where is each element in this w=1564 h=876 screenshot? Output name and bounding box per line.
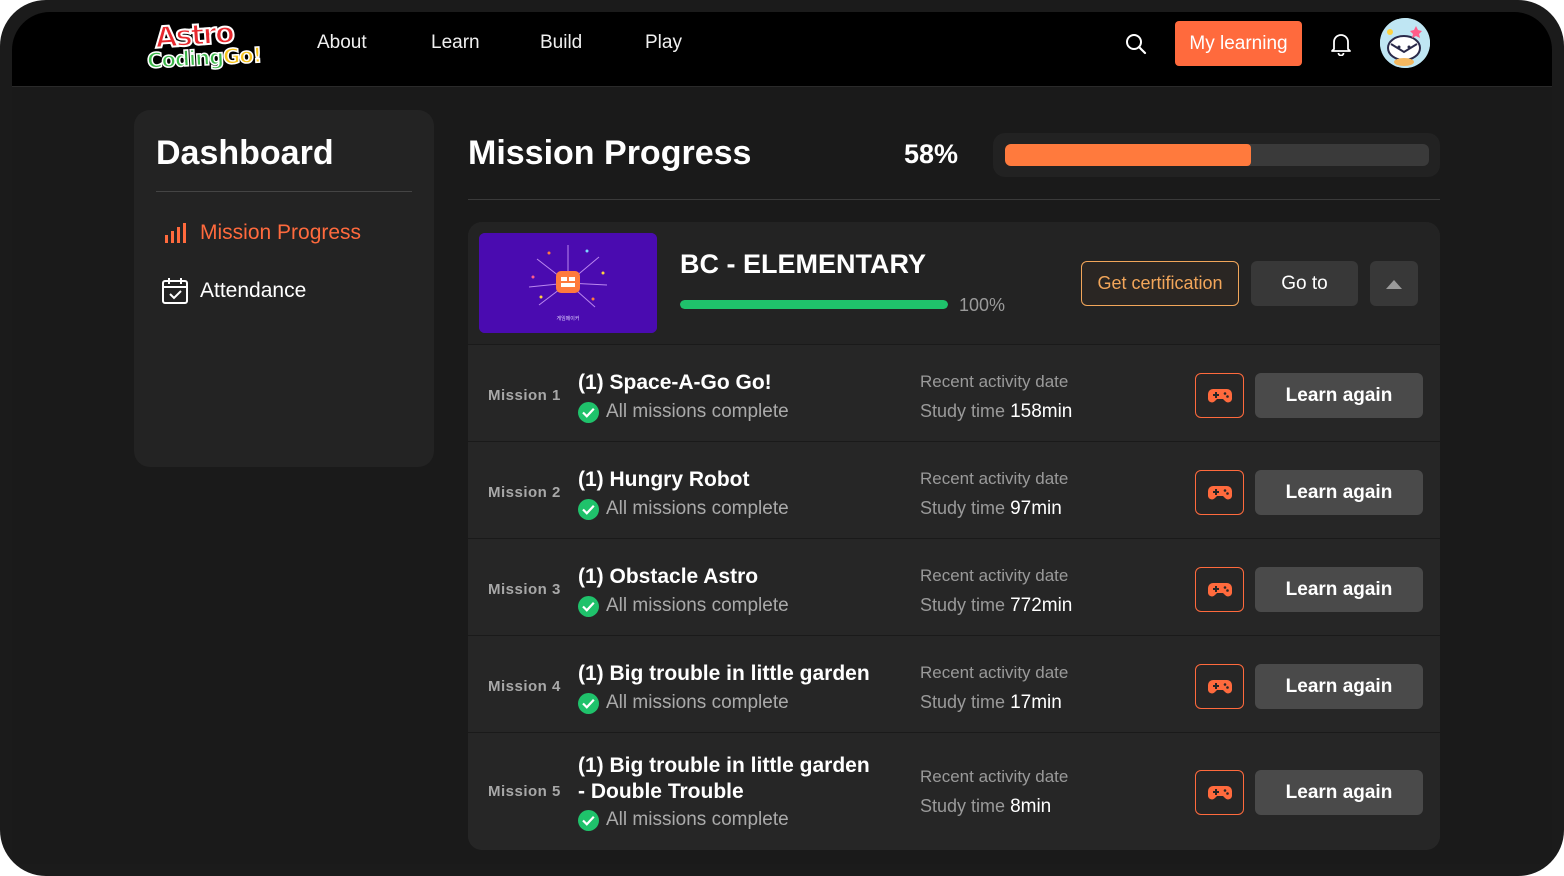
app-screen: Astro CodingGo! About Learn Build Play M… [12,12,1552,864]
gamepad-icon [1207,388,1232,402]
gamepad-icon [1207,582,1232,596]
thumb-caption: 게임메이커 [556,316,580,322]
mission-name: (1) Obstacle Astro [578,565,759,588]
recent-activity-label: Recent activity date [920,663,1069,682]
mission-label: Mission 1 [488,387,561,404]
mission-status: All missions complete [578,692,789,714]
mission-name: (1) Space-A-Go Go! [578,371,772,394]
course-progress-fill [680,300,948,309]
mission-status: All missions complete [578,401,789,423]
nav-about[interactable]: About [317,32,367,54]
sidebar-title: Dashboard [156,134,334,172]
course-thumbnail[interactable]: 게임메이커 [479,233,657,333]
header-divider [468,199,1440,200]
my-learning-button[interactable]: My learning [1175,21,1302,66]
play-game-button[interactable] [1195,470,1244,515]
check-circle-icon [578,692,599,714]
nav-play[interactable]: Play [645,32,682,54]
mission-row-1: Mission 1 (1) Space-A-Go Go! All mission… [468,344,1440,441]
recent-activity-label: Recent activity date [920,469,1069,488]
check-circle-icon [578,595,599,617]
mission-row-3: Mission 3 (1) Obstacle Astro All mission… [468,538,1440,635]
go-to-button[interactable]: Go to [1251,261,1358,306]
brand-logo[interactable]: Astro CodingGo! [145,14,265,76]
collapse-button[interactable] [1370,261,1418,306]
mission-row-4: Mission 4 (1) Big trouble in little gard… [468,635,1440,732]
course-card: 게임메이커 BC - ELEMENTARY 100% Get certifica… [468,222,1440,850]
recent-activity-label: Recent activity date [920,372,1069,391]
course-title: BC - ELEMENTARY [680,249,926,279]
play-game-button[interactable] [1195,567,1244,612]
overall-progress-bar [993,133,1440,177]
mission-row-2: Mission 2 (1) Hungry Robot All missions … [468,441,1440,538]
gamepad-icon [1207,785,1232,799]
page-title: Mission Progress [468,134,752,172]
mission-name: (1) Hungry Robot [578,468,750,491]
mission-row-5: Mission 5 (1) Big trouble in little gard… [468,732,1440,850]
sidebar-item-mission-progress[interactable]: Mission Progress [160,218,361,248]
mission-name: (1) Big trouble in little garden [578,662,870,685]
sidebar-item-label: Attendance [200,279,307,302]
device-frame: Astro CodingGo! About Learn Build Play M… [0,0,1564,876]
mission-status: All missions complete [578,498,789,520]
mission-name: (1) Big trouble in little garden [578,754,870,777]
learn-again-button[interactable]: Learn again [1255,373,1423,418]
mission-name-continued: - Double Trouble [578,780,744,803]
learn-again-button[interactable]: Learn again [1255,664,1423,709]
top-navbar: Astro CodingGo! About Learn Build Play M… [12,12,1552,87]
bell-icon[interactable] [1327,30,1355,58]
recent-activity-label: Recent activity date [920,767,1069,786]
course-progress-bar [680,300,948,309]
sidebar-item-label: Mission Progress [200,221,362,244]
mission-status: All missions complete [578,595,789,617]
gamepad-icon [1207,485,1232,499]
mission-label: Mission 2 [488,484,561,501]
check-circle-icon [578,498,599,520]
play-game-button[interactable] [1195,373,1244,418]
study-time: Study time 8min [920,796,1052,817]
mission-label: Mission 5 [488,783,561,800]
study-time: Study time 772min [920,595,1073,616]
play-game-button[interactable] [1195,664,1244,709]
study-time: Study time 158min [920,401,1073,422]
search-icon[interactable] [1122,30,1150,58]
overall-progress-percent: 58% [904,139,959,169]
bar-chart-icon [160,218,190,248]
user-avatar[interactable] [1380,18,1430,68]
course-progress-percent: 100% [959,295,1006,315]
logo-text-bottom: CodingGo! [146,42,263,73]
study-time: Study time 97min [920,498,1062,519]
mission-status: All missions complete [578,809,789,831]
mission-label: Mission 4 [488,678,561,695]
nav-learn[interactable]: Learn [431,32,480,54]
chevron-up-icon [1386,279,1402,289]
mission-label: Mission 3 [488,581,561,598]
learn-again-button[interactable]: Learn again [1255,770,1423,815]
sidebar-item-attendance[interactable]: Attendance [160,276,306,306]
recent-activity-label: Recent activity date [920,566,1069,585]
play-game-button[interactable] [1195,770,1244,815]
learn-again-button[interactable]: Learn again [1255,567,1423,612]
nav-build[interactable]: Build [540,32,582,54]
overall-progress-fill [1005,144,1251,166]
get-certification-button[interactable]: Get certification [1081,261,1239,306]
check-circle-icon [578,809,599,831]
gamepad-icon [1207,679,1232,693]
check-circle-icon [578,401,599,423]
learn-again-button[interactable]: Learn again [1255,470,1423,515]
course-header: 게임메이커 BC - ELEMENTARY 100% Get certifica… [468,222,1440,344]
dashboard-sidebar: Dashboard Mission Progress Attendance [134,110,434,467]
sidebar-divider [156,191,412,192]
calendar-check-icon [160,276,190,306]
study-time: Study time 17min [920,692,1062,713]
